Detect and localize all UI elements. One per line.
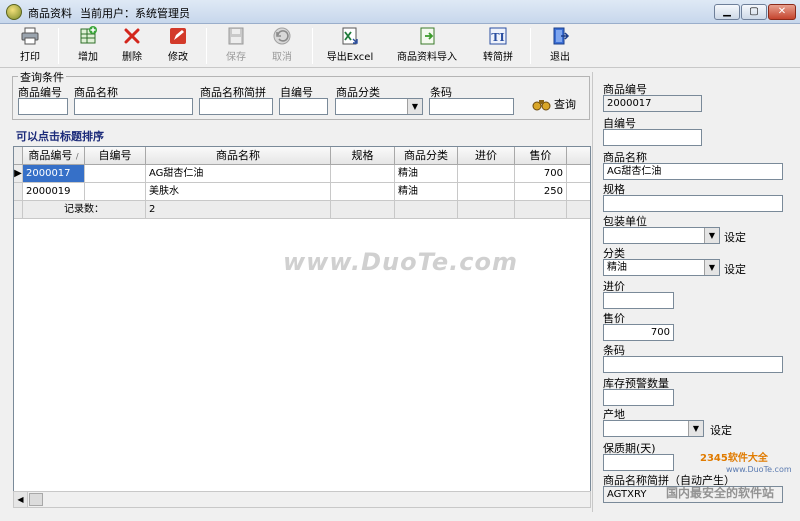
edit-icon (170, 28, 186, 44)
column-header-price[interactable]: 售价 (515, 147, 567, 165)
query-selfcode-input[interactable] (279, 98, 328, 115)
column-header-selfcode[interactable]: 自编号 (85, 147, 146, 165)
query-code-input[interactable] (18, 98, 68, 115)
chevron-down-icon[interactable]: ▼ (407, 99, 422, 114)
detail-category-select[interactable]: 精油 (603, 259, 720, 276)
import-icon (420, 27, 435, 45)
window-title: 商品资料 (28, 7, 72, 20)
watermark-text: www.DuoTe.com (283, 248, 518, 276)
cell-spec[interactable] (331, 183, 395, 201)
printer-icon (21, 27, 39, 45)
column-header-filler (567, 147, 590, 165)
category-set-link[interactable]: 设定 (724, 261, 746, 277)
exit-door-icon (553, 27, 570, 45)
brand-watermark: 2345软件大全 (700, 453, 768, 464)
horizontal-scrollbar[interactable]: ◀ (13, 491, 591, 508)
scroll-thumb[interactable] (29, 493, 43, 506)
cell-selfcode[interactable] (85, 165, 146, 183)
column-header-code[interactable]: 商品编号 / (23, 147, 85, 165)
app-icon (6, 4, 22, 20)
delete-button[interactable]: 删除 (114, 26, 150, 66)
import-button[interactable]: 商品资料导入 (394, 26, 460, 66)
brand-slogan-watermark: 国内最安全的软件站 (666, 486, 775, 500)
text-convert-icon: TI (489, 27, 507, 45)
binoculars-icon (532, 100, 551, 111)
cell-cost[interactable] (458, 165, 515, 183)
chevron-down-icon[interactable]: ▼ (704, 228, 719, 243)
query-category-select[interactable]: ▼ (335, 98, 423, 115)
row-indicator-icon: ▶ (14, 165, 23, 183)
query-pinyin-input[interactable] (199, 98, 273, 115)
query-barcode-input[interactable] (429, 98, 514, 115)
header-indicator (14, 147, 23, 165)
column-header-cost[interactable]: 进价 (458, 147, 515, 165)
column-header-spec[interactable]: 规格 (331, 147, 395, 165)
detail-cost-field[interactable] (603, 292, 674, 309)
cell-category[interactable]: 精油 (395, 165, 458, 183)
title-bar: 商品资料 当前用户：系统管理员 ▁ ▢ ✕ (0, 0, 800, 24)
undo-icon (273, 27, 291, 45)
detail-code-field[interactable]: 2000017 (603, 95, 702, 112)
cell-code[interactable]: 2000017 (23, 165, 85, 183)
exit-button[interactable]: 退出 (542, 26, 578, 66)
unit-set-link[interactable]: 设定 (724, 229, 746, 245)
current-user: 当前用户：系统管理员 (80, 7, 190, 20)
chevron-down-icon[interactable]: ▼ (688, 421, 703, 436)
excel-icon (342, 27, 358, 45)
column-header-name[interactable]: 商品名称 (146, 147, 331, 165)
cancel-button[interactable]: 取消 (264, 26, 300, 66)
maximize-button[interactable]: ▢ (741, 4, 767, 20)
close-button[interactable]: ✕ (768, 4, 796, 20)
origin-set-link[interactable]: 设定 (710, 422, 732, 438)
save-button[interactable]: 保存 (218, 26, 254, 66)
detail-price-field[interactable]: 700 (603, 324, 674, 341)
cell-name[interactable]: 美肤水 (146, 183, 331, 201)
detail-name-field[interactable]: AG甜杏仁油 (603, 163, 783, 180)
save-disk-icon (228, 27, 244, 45)
query-legend: 查询条件 (18, 69, 66, 85)
column-header-category[interactable]: 商品分类 (395, 147, 458, 165)
svg-text:TI: TI (491, 31, 504, 44)
detail-spec-field[interactable] (603, 195, 783, 212)
cell-price[interactable]: 250 (515, 183, 567, 201)
convert-pinyin-button[interactable]: TI 转简拼 (478, 26, 518, 66)
print-button[interactable]: 打印 (10, 26, 50, 66)
detail-stock-alert-field[interactable] (603, 389, 674, 406)
sort-hint: 可以点击标题排序 (16, 130, 104, 143)
brand-url-watermark: www.DuoTe.com (726, 465, 792, 474)
cell-code[interactable]: 2000019 (23, 183, 85, 201)
query-button[interactable]: 查询 (532, 95, 580, 113)
add-grid-icon (80, 26, 97, 44)
edit-button[interactable]: 修改 (160, 26, 196, 66)
cell-price[interactable]: 700 (515, 165, 567, 183)
cell-cost[interactable] (458, 183, 515, 201)
cell-spec[interactable] (331, 165, 395, 183)
scroll-left-icon[interactable]: ◀ (14, 492, 28, 507)
detail-selfcode-field[interactable] (603, 129, 702, 146)
add-button[interactable]: 增加 (70, 26, 106, 66)
detail-unit-select[interactable] (603, 227, 720, 244)
detail-shelf-life-field[interactable] (603, 454, 674, 471)
chevron-down-icon[interactable]: ▼ (704, 260, 719, 275)
toolbar: 打印 增加 删除 修改 保存 取消 导出Excel 商品资料导入 TI 转简拼 … (0, 24, 800, 68)
cell-name[interactable]: AG甜杏仁油 (146, 165, 331, 183)
minimize-button[interactable]: ▁ (714, 4, 740, 20)
cell-selfcode[interactable] (85, 183, 146, 201)
export-excel-button[interactable]: 导出Excel (320, 26, 380, 66)
product-grid[interactable]: 商品编号 / 自编号 商品名称 规格 商品分类 进价 售价 ▶ 2000017 … (13, 146, 591, 508)
detail-barcode-field[interactable] (603, 356, 783, 373)
query-name-input[interactable] (74, 98, 193, 115)
cell-category[interactable]: 精油 (395, 183, 458, 201)
record-count-value: 2 (146, 201, 331, 219)
delete-x-icon (124, 28, 140, 44)
record-count-label: 记录数： (23, 201, 146, 219)
